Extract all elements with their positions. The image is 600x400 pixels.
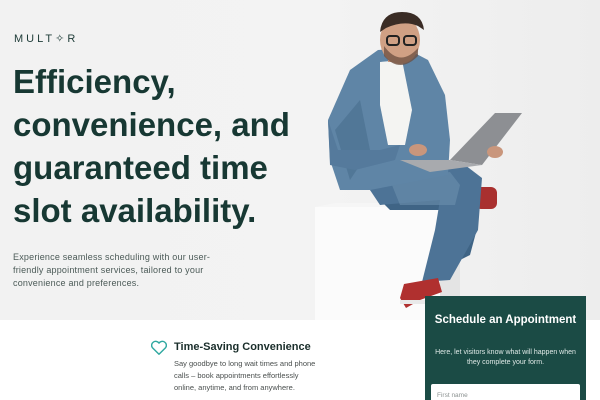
schedule-title: Schedule an Appointment: [434, 314, 577, 326]
feature-title: Time-Saving Convenience: [174, 341, 311, 353]
hero-subtext: Experience seamless scheduling with our …: [13, 252, 211, 288]
hand-right: [487, 146, 503, 158]
hand-left: [409, 144, 427, 156]
laptop-screen: [450, 113, 522, 165]
feature-text: Say goodbye to long wait times and phone…: [174, 359, 316, 392]
first-name-field[interactable]: [431, 384, 580, 400]
heart-icon: [150, 340, 168, 355]
hero-headline: Efficiency, convenience, and guaranteed …: [13, 63, 290, 229]
brand-logo[interactable]: MULT✧R: [14, 32, 78, 45]
hero-section: MULT✧R Efficiency, convenience, and guar…: [0, 0, 600, 320]
schedule-panel: Schedule an Appointment Here, let visito…: [425, 296, 586, 400]
hero-photo: [315, 12, 522, 320]
schedule-subtitle: Here, let visitors know what will happen…: [435, 349, 576, 366]
